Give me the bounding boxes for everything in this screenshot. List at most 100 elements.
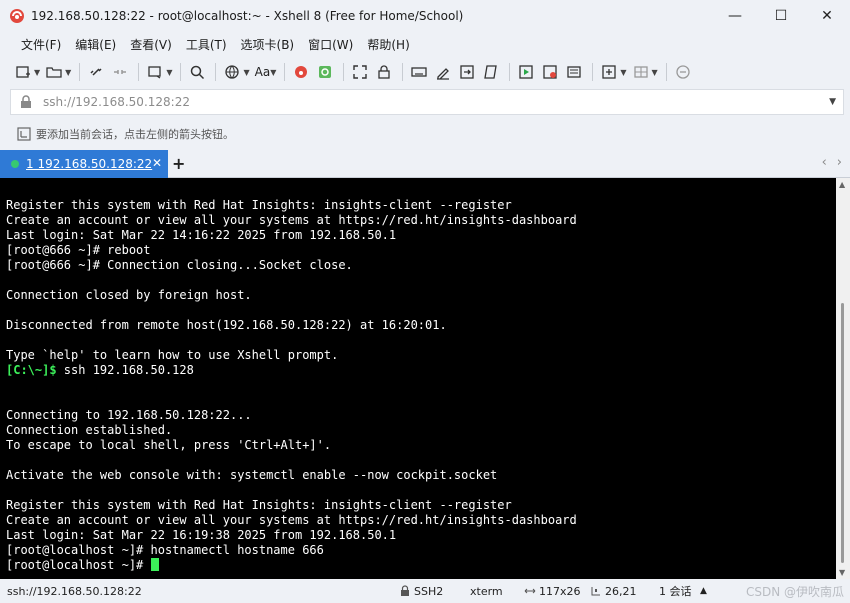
chat-icon[interactable] — [672, 61, 694, 83]
terminal-line: Last login: Sat Mar 22 16:19:38 2025 fro… — [6, 528, 397, 542]
fullscreen-icon[interactable] — [349, 61, 371, 83]
chevron-down-icon[interactable]: ▼ — [652, 68, 658, 77]
connected-status-icon — [11, 160, 19, 168]
terminal-line: Create an account or view all your syste… — [6, 513, 577, 527]
current-prompt: [root@localhost ~]# — [6, 558, 151, 572]
close-button[interactable]: ✕ — [804, 0, 850, 32]
menu-edit[interactable]: 编辑(E) — [68, 36, 123, 53]
script-icon[interactable] — [480, 61, 502, 83]
chevron-down-icon[interactable]: ▼ — [270, 68, 276, 77]
status-protocol-label: SSH2 — [414, 584, 444, 598]
chevron-down-icon[interactable]: ▼ — [65, 68, 71, 77]
scroll-up-icon[interactable]: ▲ — [839, 180, 845, 189]
menu-bar: 文件(F) 编辑(E) 查看(V) 工具(T) 选项卡(B) 窗口(W) 帮助(… — [0, 32, 850, 56]
status-cursor-label: 26,21 — [605, 584, 637, 598]
terminal-line: Connection closed by foreign host. — [6, 288, 252, 302]
status-term: xterm — [470, 584, 503, 598]
xshell-icon[interactable] — [290, 61, 312, 83]
open-folder-icon[interactable] — [43, 61, 65, 83]
status-size: 117x26 — [524, 585, 581, 598]
toolbar: ▼ ▼ ▼ ▼ Aa ▼ ▼ ▼ — [0, 58, 850, 86]
xshell-logo-icon — [10, 9, 24, 23]
terminal-area[interactable]: Register this system with Red Hat Insigh… — [0, 178, 836, 579]
chevron-down-icon[interactable]: ▼ — [620, 68, 626, 77]
keyboard-icon[interactable] — [408, 61, 430, 83]
search-icon[interactable] — [186, 61, 208, 83]
status-protocol: SSH2 — [399, 585, 443, 598]
terminal-line: Type `help' to learn how to use Xshell p… — [6, 348, 339, 362]
xftp-icon[interactable] — [314, 61, 336, 83]
address-bar: ▼ — [10, 89, 844, 115]
lock-icon — [21, 95, 31, 108]
compose-icon[interactable] — [563, 61, 585, 83]
new-tab-icon[interactable] — [598, 61, 620, 83]
minimize-button[interactable]: — — [712, 0, 758, 32]
toolbar-divider — [402, 63, 404, 81]
tab-session-1[interactable]: 1 192.168.50.128:22 ✕ — [0, 150, 168, 178]
status-size-label: 117x26 — [539, 584, 581, 598]
tab-prev-icon[interactable]: ‹ — [822, 155, 827, 170]
sessions-up-icon[interactable]: ▲ — [700, 586, 707, 596]
maximize-button[interactable]: ☐ — [758, 0, 804, 32]
terminal-line: [root@localhost ~]# hostnamectl hostname… — [6, 543, 324, 557]
local-command: ssh 192.168.50.128 — [56, 363, 194, 377]
disconnect-icon[interactable] — [109, 61, 131, 83]
title-bar: 192.168.50.128:22 - root@localhost:~ - X… — [0, 0, 850, 32]
globe-icon[interactable] — [221, 61, 243, 83]
terminal-cursor — [150, 558, 159, 571]
tab-next-icon[interactable]: › — [837, 155, 842, 170]
log-icon[interactable] — [539, 61, 561, 83]
tab-close-icon[interactable]: ✕ — [152, 156, 162, 170]
connect-icon[interactable] — [85, 61, 107, 83]
layout-icon[interactable] — [630, 61, 652, 83]
toolbar-divider — [343, 63, 345, 81]
menu-view[interactable]: 查看(V) — [123, 36, 179, 53]
toolbar-divider — [180, 63, 182, 81]
address-input[interactable] — [41, 94, 830, 110]
run-script-icon[interactable] — [515, 61, 537, 83]
menu-tools[interactable]: 工具(T) — [179, 36, 234, 53]
lock-icon — [401, 585, 409, 596]
terminal-line: Last login: Sat Mar 22 14:16:22 2025 fro… — [6, 228, 397, 242]
add-session-arrow-icon[interactable] — [16, 126, 32, 142]
terminal-line: To escape to local shell, press 'Ctrl+Al… — [6, 438, 332, 452]
add-tab-button[interactable]: + — [172, 154, 185, 173]
toolbar-divider — [509, 63, 511, 81]
status-bar: ssh://192.168.50.128:22 SSH2 xterm 117x2… — [0, 579, 850, 603]
scroll-down-icon[interactable]: ▼ — [839, 568, 845, 577]
terminal-line: Activate the web console with: systemctl… — [6, 468, 498, 482]
new-session-icon[interactable] — [12, 61, 34, 83]
toolbar-divider — [665, 63, 667, 81]
hint-bar: 要添加当前会话，点击左侧的箭头按钮。 — [0, 122, 850, 146]
scrollbar-thumb[interactable] — [841, 303, 844, 563]
transfer-icon[interactable] — [456, 61, 478, 83]
session-properties-icon[interactable] — [144, 61, 166, 83]
highlight-icon[interactable] — [432, 61, 454, 83]
terminal-line: Create an account or view all your syste… — [6, 213, 577, 227]
hint-text: 要添加当前会话，点击左侧的箭头按钮。 — [36, 128, 234, 141]
toolbar-divider — [592, 63, 594, 81]
menu-help[interactable]: 帮助(H) — [360, 36, 416, 53]
menu-window[interactable]: 窗口(W) — [301, 36, 360, 53]
chevron-down-icon[interactable]: ▼ — [829, 97, 836, 107]
menu-file[interactable]: 文件(F) — [14, 36, 68, 53]
chevron-down-icon[interactable]: ▼ — [166, 68, 172, 77]
watermark: CSDN @伊吹南瓜 — [745, 585, 844, 599]
chevron-down-icon[interactable]: ▼ — [243, 68, 249, 77]
terminal-line-local: [C:\~]$ ssh 192.168.50.128 — [6, 363, 836, 378]
tab-label: 1 192.168.50.128:22 — [26, 157, 153, 171]
chevron-down-icon[interactable]: ▼ — [34, 68, 40, 77]
terminal-scrollbar[interactable]: ▲ ▼ — [836, 178, 850, 579]
terminal-line-current: [root@localhost ~]# — [6, 558, 836, 573]
lock-icon[interactable] — [373, 61, 395, 83]
terminal-line: [root@666 ~]# Connection closing...Socke… — [6, 258, 353, 272]
menu-tab[interactable]: 选项卡(B) — [234, 36, 302, 53]
resize-icon — [524, 588, 536, 594]
status-sessions[interactable]: 1 会话 — [659, 583, 692, 599]
